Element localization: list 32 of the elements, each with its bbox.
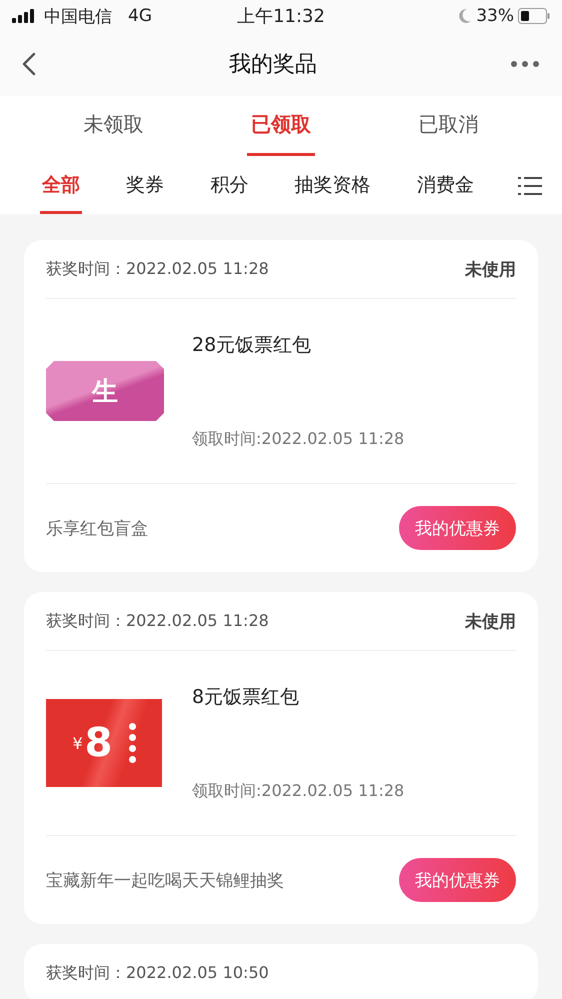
status-tab[interactable]: 已取消	[414, 96, 482, 156]
my-coupons-button[interactable]: 我的优惠券	[399, 506, 516, 550]
battery-percent: 33%	[476, 6, 514, 26]
prize-name: 28元饭票红包	[192, 333, 312, 358]
page-title: 我的奖品	[229, 51, 317, 79]
carrier-name: 中国电信	[44, 6, 112, 28]
category-tab[interactable]: 积分	[208, 158, 250, 214]
clock-time: 上午11:32	[237, 5, 325, 28]
more-icon	[510, 60, 540, 68]
battery-icon	[518, 8, 550, 24]
prize-name: 8元饭票红包	[192, 685, 300, 710]
won-time: 获奖时间：2022.02.05 11:28	[46, 610, 269, 632]
prize-source: 宝藏新年一起吃喝天天锦鲤抽奖	[46, 870, 284, 892]
category-tab[interactable]: 全部	[40, 158, 82, 214]
claim-time: 领取时间:2022.02.05 11:28	[192, 781, 404, 802]
usage-status: 未使用	[465, 610, 516, 632]
network-type: 4G	[128, 6, 152, 26]
back-icon	[22, 52, 36, 76]
claim-time: 领取时间:2022.02.05 11:28	[192, 429, 404, 450]
category-tab[interactable]: 消费金	[414, 158, 476, 214]
moon-icon	[458, 8, 472, 24]
status-tab[interactable]: 未领取	[80, 96, 148, 156]
usage-status: 未使用	[465, 258, 516, 280]
category-tab[interactable]: 奖券	[124, 158, 166, 214]
won-time: 获奖时间：2022.02.05 10:50	[46, 962, 269, 984]
coupon-ticket-icon: ¥8	[46, 699, 162, 787]
category-tab[interactable]: 抽奖资格	[292, 158, 373, 214]
menu-icon	[518, 176, 542, 196]
won-time: 获奖时间：2022.02.05 11:28	[46, 258, 269, 280]
ticket-icon: 生	[46, 361, 164, 421]
prize-source: 乐享红包盲盒	[46, 518, 148, 540]
my-coupons-button[interactable]: 我的优惠券	[399, 858, 516, 902]
